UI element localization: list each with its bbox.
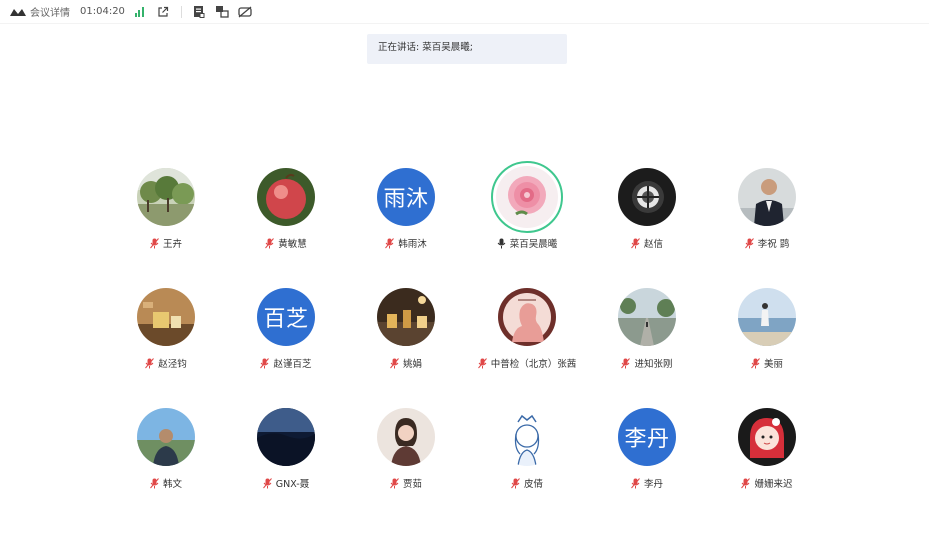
mic-muted-icon xyxy=(150,477,159,489)
participant-label: 李丹 xyxy=(582,476,712,490)
participant-tile[interactable]: 雨沐 韩雨沐 xyxy=(341,168,471,268)
participant-avatar xyxy=(738,288,796,346)
participant-label: 中普检（北京）张茜 xyxy=(462,356,592,370)
mic-muted-icon xyxy=(631,237,640,249)
participant-name: 皮倩 xyxy=(523,479,543,490)
participant-name: 李丹 xyxy=(643,479,663,490)
participant-label: GNX-聂 xyxy=(221,476,351,490)
participant-label: 赵谨百芝 xyxy=(221,356,351,370)
mic-on-icon xyxy=(497,238,506,249)
participant-name: GNX-聂 xyxy=(275,479,310,490)
participant-avatar xyxy=(738,168,796,226)
participant-tile[interactable]: 韩文 xyxy=(101,408,231,508)
participant-name: 赵信 xyxy=(643,239,663,250)
participant-name: 菜百吴晨曦 xyxy=(509,239,558,250)
participant-label: 皮倩 xyxy=(462,476,592,490)
participant-name: 李祝 鹍 xyxy=(757,239,790,250)
participant-tile[interactable]: 贾茹 xyxy=(341,408,471,508)
participant-tile[interactable]: GNX-聂 xyxy=(221,408,351,508)
mic-muted-icon xyxy=(741,477,751,489)
mic-muted-icon xyxy=(150,237,159,249)
mic-muted-icon xyxy=(260,357,270,369)
participant-grid: 王卉 黄敏慧 雨沐 韩雨沐 菜百吴晨曦 赵信 李祝 鹍 赵泾钧 百芝 赵谨百芝 … xyxy=(0,0,929,533)
participant-tile[interactable]: 李丹 李丹 xyxy=(582,408,712,508)
participant-tile-speaking[interactable]: 菜百吴晨曦 xyxy=(462,161,592,268)
participant-label: 李祝 鹍 xyxy=(702,236,832,250)
participant-avatar xyxy=(498,408,556,466)
participant-name: 赵泾钧 xyxy=(158,359,187,370)
participant-label: 赵泾钧 xyxy=(101,356,231,370)
participant-tile[interactable]: 进知张刚 xyxy=(582,288,712,388)
participant-tile[interactable]: 黄敏慧 xyxy=(221,168,351,268)
participant-label: 菜百吴晨曦 xyxy=(462,236,592,250)
participant-avatar-text: 李丹 xyxy=(618,408,676,466)
participant-avatar xyxy=(491,161,563,233)
participant-name: 姚娟 xyxy=(402,359,422,370)
participant-avatar-text: 百芝 xyxy=(257,288,315,346)
participant-tile[interactable]: 中普检（北京）张茜 xyxy=(462,288,592,388)
participant-avatar-text: 雨沐 xyxy=(377,168,435,226)
mic-muted-icon xyxy=(477,357,487,369)
participant-tile[interactable]: 赵信 xyxy=(582,168,712,268)
participant-name: 贾茹 xyxy=(402,479,422,490)
mic-muted-icon xyxy=(390,357,399,369)
participant-label: 进知张刚 xyxy=(582,356,712,370)
participant-avatar xyxy=(738,408,796,466)
participant-tile[interactable]: 赵泾钧 xyxy=(101,288,231,388)
mic-muted-icon xyxy=(145,357,155,369)
participant-avatar xyxy=(137,168,195,226)
participant-label: 姚娟 xyxy=(341,356,471,370)
participant-tile[interactable]: 美丽 xyxy=(702,288,832,388)
participant-label: 王卉 xyxy=(101,236,231,250)
participant-avatar xyxy=(137,408,195,466)
mic-muted-icon xyxy=(511,477,520,489)
mic-muted-icon xyxy=(262,477,272,489)
participant-label: 韩文 xyxy=(101,476,231,490)
mic-muted-icon xyxy=(385,237,395,249)
participant-avatar xyxy=(257,168,315,226)
mic-muted-icon xyxy=(744,237,754,249)
participant-avatar xyxy=(377,408,435,466)
participant-name: 姗姗来迟 xyxy=(754,479,793,490)
participant-name: 王卉 xyxy=(162,239,182,250)
participant-label: 黄敏慧 xyxy=(221,236,351,250)
participant-tile[interactable]: 皮倩 xyxy=(462,408,592,508)
participant-label: 姗姗来迟 xyxy=(702,476,832,490)
participant-name: 中普检（北京）张茜 xyxy=(490,359,577,370)
participant-name: 黄敏慧 xyxy=(278,239,307,250)
participant-label: 赵信 xyxy=(582,236,712,250)
participant-label: 韩雨沐 xyxy=(341,236,471,250)
participant-avatar xyxy=(618,168,676,226)
mic-muted-icon xyxy=(621,357,631,369)
participant-avatar xyxy=(137,288,195,346)
mic-muted-icon xyxy=(390,477,399,489)
participant-tile[interactable]: 王卉 xyxy=(101,168,231,268)
participant-avatar xyxy=(377,288,435,346)
participant-label: 贾茹 xyxy=(341,476,471,490)
mic-muted-icon xyxy=(265,237,275,249)
participant-name: 赵谨百芝 xyxy=(273,359,312,370)
participant-avatar xyxy=(618,288,676,346)
participant-name: 韩雨沐 xyxy=(398,239,427,250)
participant-name: 美丽 xyxy=(763,359,783,370)
participant-label: 美丽 xyxy=(702,356,832,370)
mic-muted-icon xyxy=(751,357,760,369)
participant-tile[interactable]: 姚娟 xyxy=(341,288,471,388)
participant-name: 韩文 xyxy=(162,479,182,490)
participant-tile[interactable]: 百芝 赵谨百芝 xyxy=(221,288,351,388)
participant-tile[interactable]: 姗姗来迟 xyxy=(702,408,832,508)
mic-muted-icon xyxy=(631,477,640,489)
participant-avatar xyxy=(257,408,315,466)
participant-tile[interactable]: 李祝 鹍 xyxy=(702,168,832,268)
participant-avatar xyxy=(498,288,556,346)
participant-name: 进知张刚 xyxy=(634,359,673,370)
